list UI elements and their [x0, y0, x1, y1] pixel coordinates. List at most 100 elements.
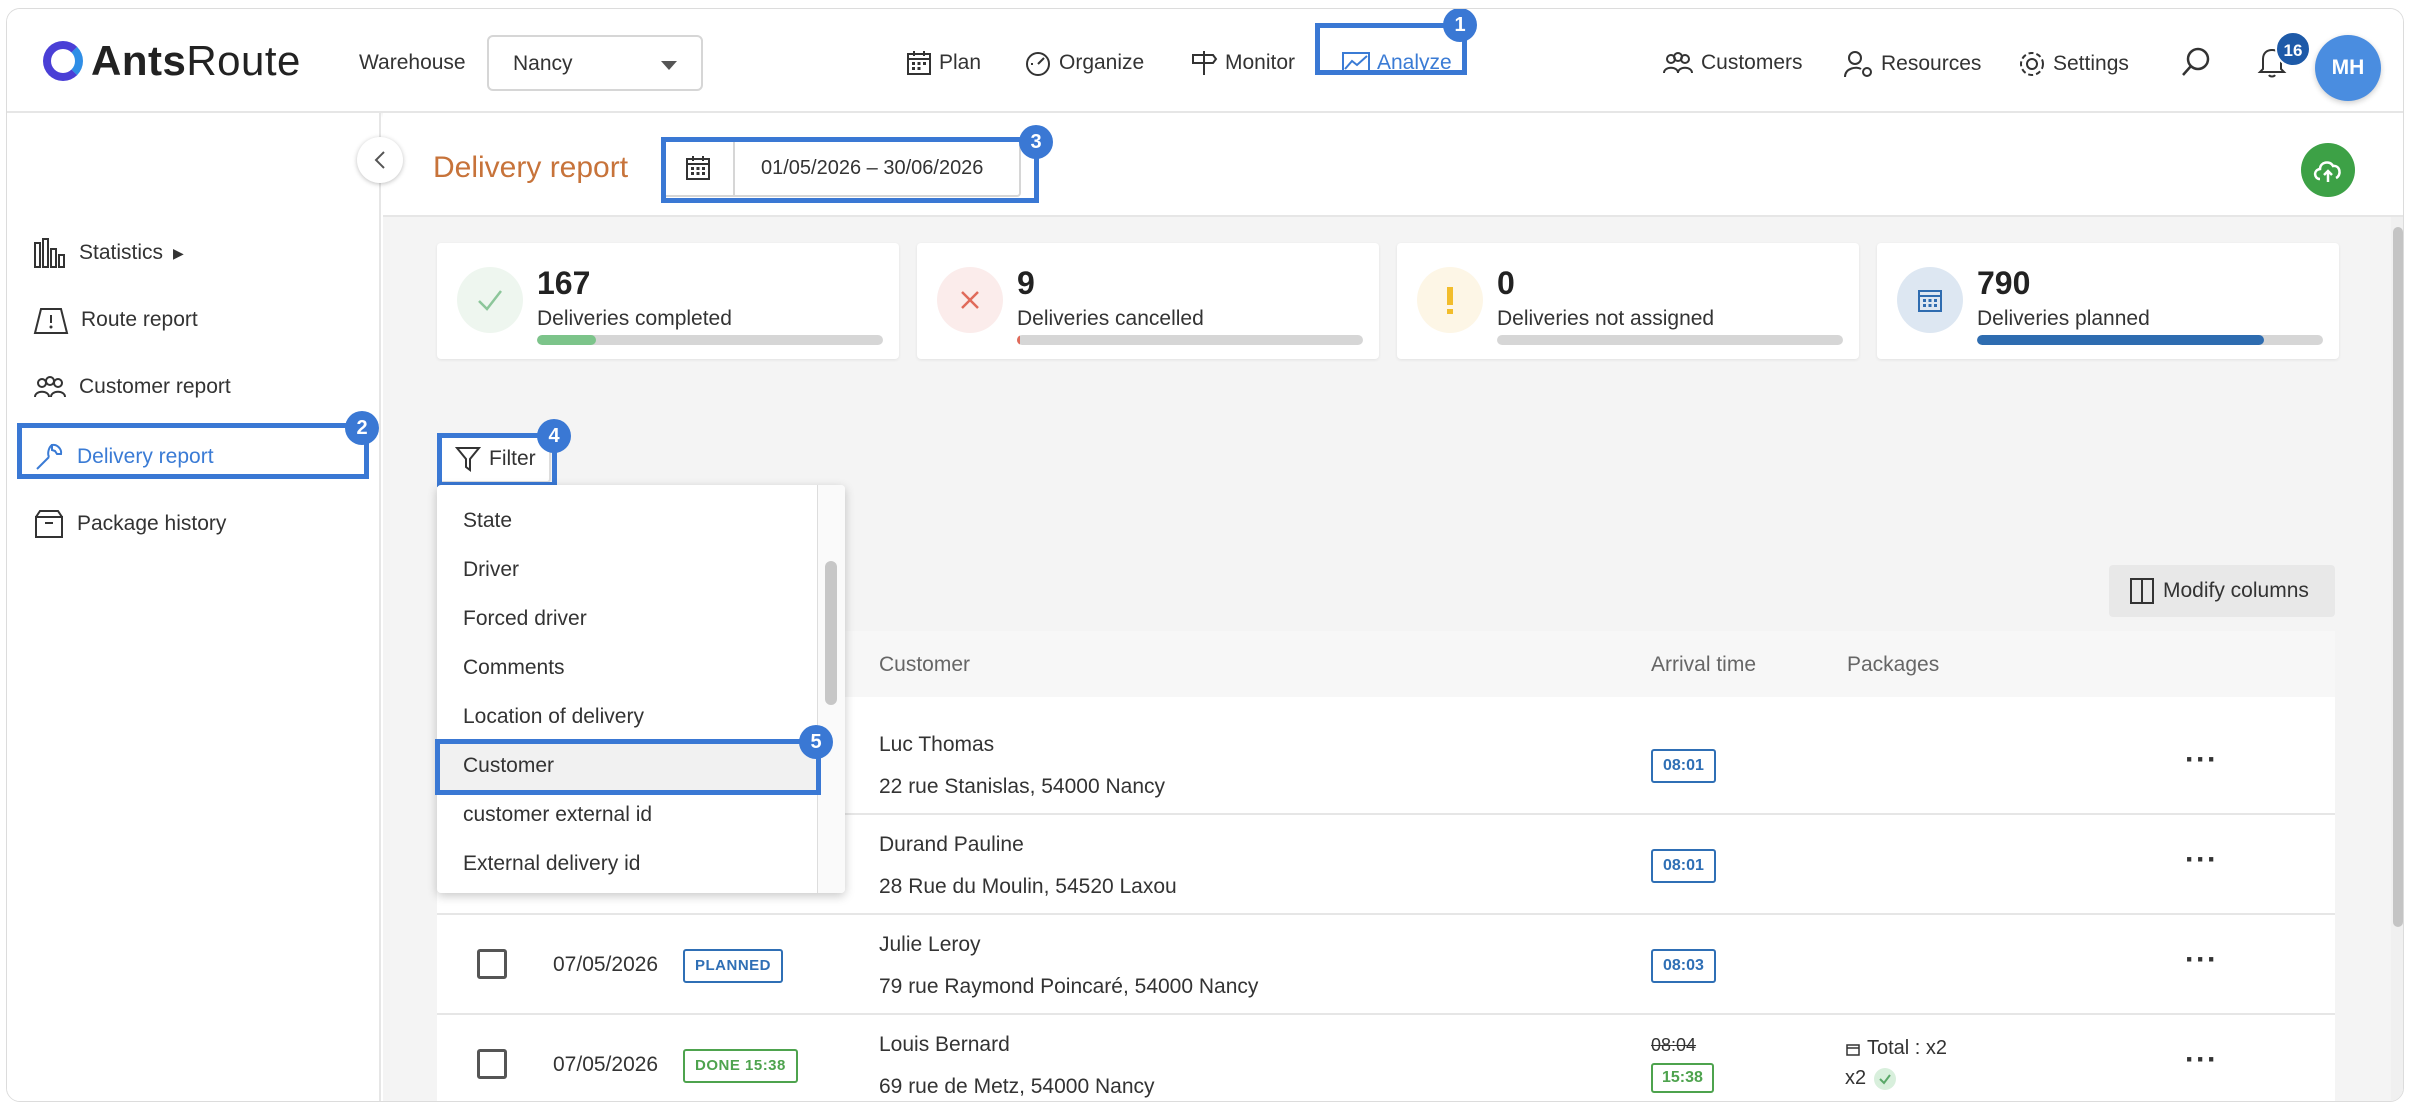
check-circle-icon — [1874, 1067, 1897, 1090]
x-icon — [937, 267, 1003, 333]
page-header: Delivery report 01/05/2026 – 30/06/2026 … — [383, 113, 2403, 217]
signpost-icon — [1192, 51, 1218, 75]
customer-address: 22 rue Stanislas, 54000 Nancy — [879, 775, 1166, 798]
warehouse-label: Warehouse — [359, 51, 466, 74]
packages-count: x2 — [1845, 1067, 1897, 1090]
chevron-down-icon — [661, 61, 677, 70]
filter-option-customer-external-id[interactable]: customer external id — [437, 791, 817, 840]
arrival-time-badge: 08:01 — [1651, 749, 1716, 783]
nav-customers[interactable]: Customers — [1661, 49, 1803, 77]
nav-monitor[interactable]: Monitor — [1189, 49, 1295, 77]
stat-label: Deliveries completed — [537, 307, 732, 330]
map-icon — [33, 308, 69, 334]
stat-card-completed: 167 Deliveries completed — [437, 243, 899, 359]
package-icon — [35, 510, 63, 538]
sidebar-item-label: Package history — [77, 512, 227, 535]
stat-card-planned: 790 Deliveries planned — [1877, 243, 2339, 359]
row-menu-icon[interactable]: ··· — [2185, 1043, 2218, 1077]
sidebar-item-package-history[interactable]: Package history — [33, 509, 226, 539]
delivery-date: 07/05/2026 — [553, 1053, 659, 1076]
filter-option-forced-driver[interactable]: Forced driver — [437, 595, 817, 644]
status-badge: DONE 15:38 — [683, 1049, 798, 1083]
warehouse-select[interactable]: Nancy — [487, 35, 703, 91]
avatar[interactable]: MH — [2315, 35, 2381, 101]
top-bar: AntsRoute Warehouse Nancy Plan Organize … — [7, 9, 2403, 113]
highlight-date-range — [661, 137, 1039, 203]
customer-address: 79 rue Raymond Poincaré, 54000 Nancy — [879, 975, 1259, 998]
highlight-delivery-report — [17, 423, 369, 479]
step-badge-2: 2 — [345, 411, 379, 445]
nav-settings-label: Settings — [2053, 52, 2129, 75]
filter-option-state[interactable]: State — [437, 497, 817, 546]
nav-plan[interactable]: Plan — [905, 49, 981, 77]
filter-dropdown: State Driver Forced driver Comments Loca… — [437, 485, 845, 893]
stat-label: Deliveries planned — [1977, 307, 2150, 330]
row-checkbox[interactable] — [477, 1049, 507, 1079]
upload-button[interactable] — [2301, 143, 2355, 197]
exclamation-icon — [1417, 267, 1483, 333]
customer-name: Durand Pauline — [879, 833, 1024, 856]
packages-total: Total : x2 — [1845, 1037, 1947, 1060]
main-scrollbar-thumb[interactable] — [2393, 227, 2403, 927]
logo-mark-icon — [43, 41, 83, 81]
table-row[interactable]: 07/05/2026 DONE 15:38 Louis Bernard 69 r… — [437, 1015, 2335, 1101]
calendar-icon — [1897, 267, 1963, 333]
row-menu-icon[interactable]: ··· — [2185, 743, 2218, 777]
nav-settings[interactable]: Settings — [2017, 49, 2129, 79]
sidebar-item-label: Route report — [81, 308, 198, 331]
customer-name: Luc Thomas — [879, 733, 995, 756]
delivery-date: 07/05/2026 — [553, 953, 659, 976]
actual-arrival-time-badge: 15:38 — [1651, 1063, 1714, 1093]
customer-name: Louis Bernard — [879, 1033, 1010, 1056]
column-header-packages[interactable]: Packages — [1847, 653, 1939, 677]
filter-option-driver[interactable]: Driver — [437, 546, 817, 595]
step-badge-1: 1 — [1443, 9, 1477, 42]
people-icon — [34, 376, 66, 398]
row-menu-icon[interactable]: ··· — [2185, 943, 2218, 977]
nav-organize[interactable]: Organize — [1023, 49, 1144, 77]
stat-value: 790 — [1977, 265, 2031, 301]
packages-count-text: x2 — [1845, 1067, 1867, 1089]
speedometer-icon — [1026, 52, 1050, 76]
arrival-time-badge: 08:01 — [1651, 849, 1716, 883]
app-logo[interactable]: AntsRoute — [43, 37, 301, 85]
row-menu-icon[interactable]: ··· — [2185, 843, 2218, 877]
step-badge-4: 4 — [537, 419, 571, 453]
packages-total-text: Total : x2 — [1867, 1037, 1948, 1059]
stat-card-cancelled: 9 Deliveries cancelled — [917, 243, 1379, 359]
sidebar-item-customer-report[interactable]: Customer report — [33, 373, 231, 401]
filter-option-location[interactable]: Location of delivery — [437, 693, 817, 742]
main-content: Delivery report 01/05/2026 – 30/06/2026 … — [383, 113, 2403, 1101]
row-checkbox[interactable] — [477, 949, 507, 979]
search-icon[interactable] — [2179, 45, 2213, 79]
package-icon — [1846, 1043, 1860, 1056]
modify-columns-button[interactable]: Modify columns — [2109, 565, 2335, 617]
calendar-icon — [907, 51, 931, 75]
filter-option-comments[interactable]: Comments — [437, 644, 817, 693]
stat-progress-bar — [537, 335, 883, 345]
stat-progress-bar — [1017, 335, 1363, 345]
people-icon — [1663, 52, 1693, 74]
app-window: AntsRoute Warehouse Nancy Plan Organize … — [6, 8, 2404, 1102]
sidebar-item-route-report[interactable]: Route report — [33, 305, 198, 335]
column-header-arrival[interactable]: Arrival time — [1651, 653, 1756, 677]
nav-plan-label: Plan — [939, 51, 982, 74]
nav-resources[interactable]: Resources — [1843, 49, 1981, 79]
columns-icon — [2130, 578, 2154, 604]
table-row[interactable]: 07/05/2026 PLANNED Julie Leroy 79 rue Ra… — [437, 915, 2335, 1015]
collapse-sidebar-button[interactable] — [357, 137, 403, 183]
column-header-customer[interactable]: Customer — [879, 653, 970, 677]
dropdown-scrollbar-thumb[interactable] — [825, 561, 837, 705]
sidebar-item-statistics[interactable]: Statistics ▶ — [33, 237, 184, 269]
stat-value: 167 — [537, 265, 591, 301]
sidebar-item-label: Customer report — [79, 375, 231, 398]
customer-address: 69 rue de Metz, 54000 Nancy — [879, 1075, 1155, 1098]
nav-customers-label: Customers — [1701, 51, 1803, 74]
notification-count-badge: 16 — [2275, 31, 2311, 67]
chevron-left-icon — [374, 151, 385, 169]
filter-option-external-delivery-id[interactable]: External delivery id — [437, 840, 817, 889]
stat-progress-fill — [1017, 335, 1021, 345]
arrival-time-badge: 08:03 — [1651, 949, 1716, 983]
stat-label: Deliveries cancelled — [1017, 307, 1204, 330]
nav-organize-label: Organize — [1059, 51, 1145, 74]
